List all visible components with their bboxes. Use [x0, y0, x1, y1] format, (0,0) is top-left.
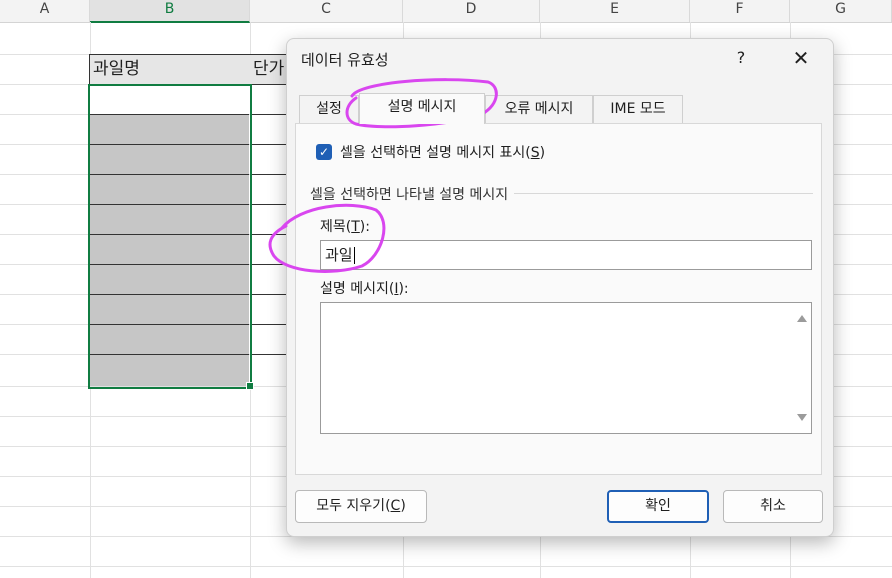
cancel-button[interactable]: 취소	[723, 490, 823, 523]
title-label: 제목(T):	[320, 219, 370, 235]
tab-error-alert[interactable]: 오류 메시지	[485, 95, 593, 124]
fill-handle[interactable]	[246, 382, 254, 390]
selection-range-border	[88, 84, 252, 389]
close-button[interactable]: ✕	[787, 46, 815, 70]
column-header-g[interactable]: G	[790, 0, 892, 22]
column-header-bar: A B C D E F G	[0, 0, 892, 23]
scroll-down-icon[interactable]	[797, 414, 807, 421]
column-header-c[interactable]: C	[250, 0, 403, 22]
data-validation-dialog: 데이터 유효성 ? ✕ 설정 설명 메시지 오류 메시지 IME 모드 ✓ 셀을…	[286, 38, 834, 537]
tab-ime-mode[interactable]: IME 모드	[593, 95, 683, 124]
tab-settings[interactable]: 설정	[299, 95, 359, 124]
title-input[interactable]: 과일	[320, 240, 812, 270]
column-header-a[interactable]: A	[0, 0, 90, 22]
message-scrollbar[interactable]	[793, 303, 811, 433]
text-caret	[353, 247, 355, 264]
input-message-panel: ✓ 셀을 선택하면 설명 메시지 표시(S) 셀을 선택하면 나타낼 설명 메시…	[295, 123, 822, 475]
message-textarea[interactable]	[320, 302, 812, 434]
show-message-label[interactable]: 셀을 선택하면 설명 메시지 표시(S)	[340, 142, 545, 162]
checkmark-icon: ✓	[318, 145, 330, 159]
show-message-checkbox[interactable]: ✓	[316, 144, 332, 160]
help-button[interactable]: ?	[730, 47, 752, 69]
ok-button[interactable]: 확인	[607, 490, 709, 523]
column-header-d[interactable]: D	[403, 0, 540, 22]
tab-input-message[interactable]: 설명 메시지	[359, 93, 485, 124]
dialog-title: 데이터 유효성	[301, 51, 389, 69]
column-header-e[interactable]: E	[540, 0, 690, 22]
cell-b-header[interactable]: 과일명	[89, 54, 251, 85]
column-header-f[interactable]: F	[690, 0, 790, 22]
group-label: 셀을 선택하면 나타낼 설명 메시지	[310, 184, 515, 204]
message-label: 설명 메시지(I):	[320, 281, 409, 297]
scroll-up-icon[interactable]	[797, 315, 807, 322]
clear-all-button[interactable]: 모두 지우기(C)	[295, 490, 427, 523]
column-header-b[interactable]: B	[90, 0, 250, 23]
